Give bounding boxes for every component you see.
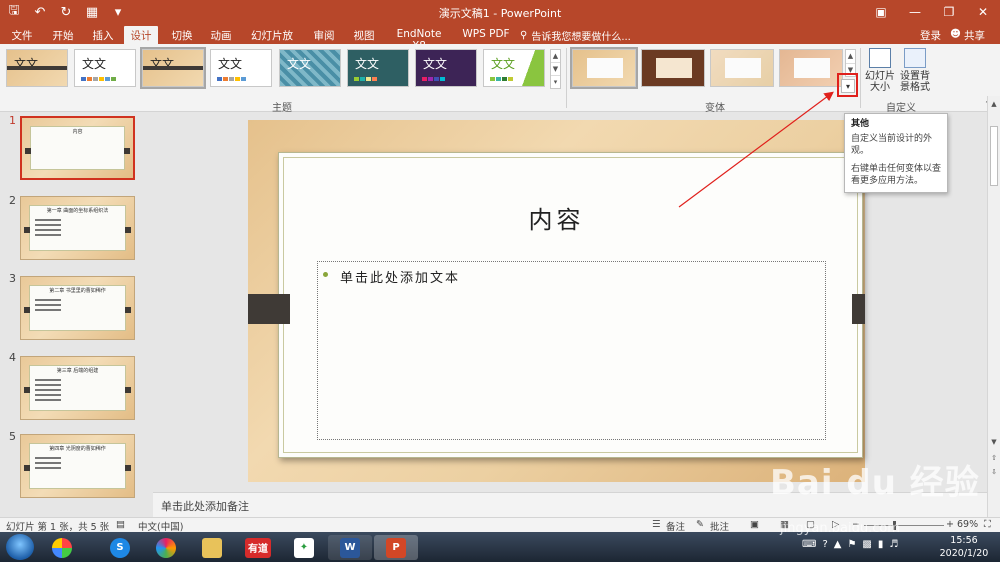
baidu-watermark: Bai du 经验 — [770, 463, 980, 503]
youdao-icon: 有道 — [245, 537, 271, 558]
tooltip-title: 其他 — [851, 119, 870, 129]
slide-counter: 幻灯片 第 1 张，共 5 张 — [6, 522, 110, 533]
baidu-watermark-site: jingyan.baidu.com — [780, 521, 900, 536]
zoom-in-icon[interactable]: + — [946, 519, 954, 530]
comments-icon: ✎ — [696, 519, 704, 530]
scroll-thumb[interactable] — [990, 126, 998, 186]
taskbar-word[interactable]: W — [328, 535, 372, 560]
notes-toggle[interactable]: 备注 — [666, 519, 685, 533]
tray-expand-icon[interactable]: ▲ — [834, 539, 842, 550]
word-icon: W — [340, 537, 360, 558]
powerpoint-icon: P — [386, 537, 406, 558]
taskbar-app-6[interactable]: ✦ — [282, 535, 326, 560]
notes-placeholder: 单击此处添加备注 — [161, 500, 249, 513]
keyboard-icon[interactable]: ⌨ — [802, 539, 816, 550]
signal-icon[interactable]: ▮ — [878, 539, 884, 550]
taskbar-browser[interactable] — [144, 535, 188, 560]
start-button-icon[interactable] — [6, 534, 34, 560]
taskbar-clock[interactable]: 15:56 2020/1/20 — [936, 534, 992, 560]
zoom-level[interactable]: 69% — [957, 519, 978, 530]
taskbar-sogou[interactable]: S — [98, 535, 142, 560]
clock-date: 2020/1/20 — [939, 548, 989, 559]
tooltip-line-2: 右键单击任何变体以查看更多应用方法。 — [851, 164, 942, 186]
spell-check-icon[interactable]: ▤ — [116, 519, 125, 530]
app-pinwheel-icon — [52, 537, 72, 558]
vertical-scrollbar[interactable]: ▲ ▼ ⇧ ⇩ — [987, 96, 1000, 517]
notes-toggle-icon: ☰ — [652, 519, 661, 530]
previous-slide-icon[interactable]: ⇧ — [988, 452, 1000, 464]
taskbar-app-1[interactable] — [40, 535, 84, 560]
app-green-icon: ✦ — [294, 537, 314, 558]
fit-to-window-icon[interactable]: ⛶ — [984, 519, 991, 530]
next-slide-icon[interactable]: ⇩ — [988, 466, 1000, 478]
scroll-down-icon[interactable]: ▼ — [988, 436, 1000, 448]
windows-taskbar: S 有道 ✦ W P ⌨ ? ▲ ⚑ ▩ ▮ ♬ 15:56 2020/1/20 — [0, 532, 1000, 562]
system-tray: ⌨ ? ▲ ⚑ ▩ ▮ ♬ — [802, 539, 898, 550]
comments-toggle[interactable]: 批注 — [710, 519, 729, 533]
clock-time: 15:56 — [950, 535, 978, 546]
taskbar-youdao[interactable]: 有道 — [236, 535, 280, 560]
taskbar-powerpoint[interactable]: P — [374, 535, 418, 560]
flag-icon[interactable]: ⚑ — [847, 539, 856, 550]
tooltip-line-1: 自定义当前设计的外观。 — [851, 134, 933, 156]
help-icon[interactable]: ? — [822, 539, 827, 550]
network-icon[interactable]: ▩ — [862, 539, 871, 550]
variants-more-tooltip: 其他 自定义当前设计的外观。 右键单击任何变体以查看更多应用方法。 — [844, 113, 948, 193]
normal-view-icon[interactable]: ▣ — [750, 519, 759, 530]
sogou-icon: S — [110, 537, 130, 558]
volume-icon[interactable]: ♬ — [889, 539, 898, 550]
language-indicator[interactable]: 中文(中国) — [138, 519, 183, 533]
folder-icon — [202, 537, 222, 558]
browser-icon — [156, 537, 176, 558]
taskbar-explorer[interactable] — [190, 535, 234, 560]
scroll-up-icon[interactable]: ▲ — [988, 98, 1000, 110]
